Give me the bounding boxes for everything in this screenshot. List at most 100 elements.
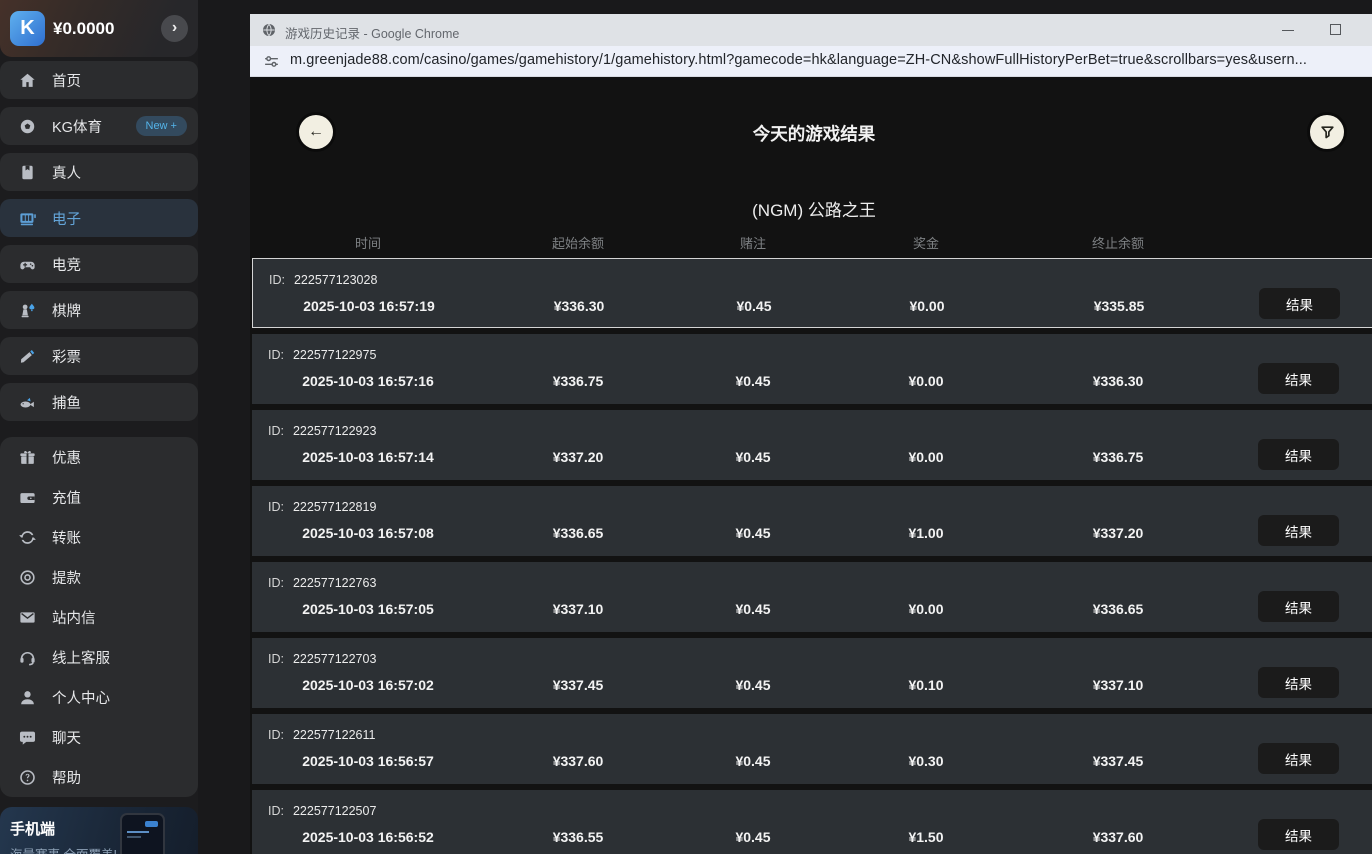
cell-prize: ¥0.00	[908, 449, 944, 465]
table-row: ID: 222577122923 2025-10-03 16:57:14 ¥337…	[252, 410, 1372, 480]
game-history-page: ← 今天的游戏结果 (NGM) 公路之王 时间 起始余额 赌注 奖金 终止余额 …	[250, 77, 1372, 854]
site-settings-icon[interactable]	[263, 53, 280, 70]
cell-time: 2025-10-03 16:57:19	[303, 298, 435, 314]
row-id-label: ID:	[268, 728, 284, 742]
sidebar-item-fishing[interactable]: 捕鱼	[0, 383, 198, 421]
sidebar-item-deposit[interactable]: 充值	[0, 477, 198, 517]
cell-time: 2025-10-03 16:57:16	[302, 373, 434, 389]
cell-end-balance: ¥337.10	[1092, 677, 1144, 693]
sidebar-item-label: 站内信	[52, 610, 96, 627]
sidebar-item-chat[interactable]: 聊天	[0, 717, 198, 757]
cell-time: 2025-10-03 16:57:02	[302, 677, 434, 693]
cell-time: 2025-10-03 16:57:14	[302, 449, 434, 465]
table-row: ID: 222577122819 2025-10-03 16:57:08 ¥336…	[252, 486, 1372, 556]
mobile-app-promo-card[interactable]: 手机端 海量赛事 全面覆盖!	[0, 807, 198, 854]
headset-icon	[17, 647, 38, 668]
sidebar-item-label: KG体育	[52, 119, 102, 136]
column-header-start-balance: 起始余额	[551, 236, 604, 251]
row-id-value: 222577122923	[292, 424, 377, 438]
result-button[interactable]: 结果	[1259, 288, 1340, 319]
sidebar-item-label: 转账	[52, 530, 81, 547]
gamepad-icon	[17, 254, 38, 275]
sidebar-item-live-casino[interactable]: 真人	[0, 153, 198, 191]
cell-prize: ¥0.30	[908, 753, 944, 769]
home-icon	[17, 70, 38, 91]
cell-start-balance: ¥337.10	[552, 601, 604, 617]
sidebar-item-transfer[interactable]: 转账	[0, 517, 198, 557]
row-id-value: 222577122763	[292, 576, 377, 590]
sidebar-item-slots[interactable]: 电子	[0, 199, 198, 237]
sidebar-item-esports[interactable]: 电竞	[0, 245, 198, 283]
chevron-right-icon[interactable]: ›	[161, 15, 188, 42]
result-button[interactable]: 结果	[1258, 743, 1339, 774]
sidebar-item-poker[interactable]: 棋牌	[0, 291, 198, 329]
cell-bet: ¥0.45	[735, 373, 771, 389]
chess-spade-icon	[17, 300, 38, 321]
cell-prize: ¥0.00	[908, 373, 944, 389]
maximize-button[interactable]	[1330, 24, 1341, 35]
cell-bet: ¥0.45	[735, 753, 771, 769]
wallet-icon	[17, 487, 38, 508]
sidebar-item-messages[interactable]: 站内信	[0, 597, 198, 637]
row-id-label: ID:	[268, 424, 284, 438]
cell-time: 2025-10-03 16:57:08	[302, 525, 434, 541]
sidebar-item-withdraw[interactable]: 提款	[0, 557, 198, 597]
row-id-label: ID:	[268, 652, 284, 666]
sidebar-item-promotions[interactable]: 优惠	[0, 437, 198, 477]
result-button[interactable]: 结果	[1258, 439, 1339, 470]
cell-end-balance: ¥337.45	[1092, 753, 1144, 769]
cell-bet: ¥0.45	[735, 449, 771, 465]
table-row: ID: 222577122611 2025-10-03 16:56:57 ¥337…	[252, 714, 1372, 784]
column-header-end-balance: 终止余额	[1091, 236, 1144, 251]
cell-time: 2025-10-03 16:56:57	[302, 753, 434, 769]
lottery-ticket-icon	[17, 346, 38, 367]
sidebar-item-support[interactable]: 线上客服	[0, 637, 198, 677]
row-id-label: ID:	[268, 348, 284, 362]
mail-icon	[17, 607, 38, 628]
table-row: ID: 222577123028 2025-10-03 16:57:19 ¥336…	[252, 258, 1372, 328]
sidebar-item-lottery[interactable]: 彩票	[0, 337, 198, 375]
cell-bet: ¥0.45	[735, 601, 771, 617]
cell-start-balance: ¥337.45	[552, 677, 604, 693]
brand-logo[interactable]: K	[10, 11, 45, 46]
sidebar-item-label: 电子	[52, 211, 81, 228]
sidebar-item-profile[interactable]: 个人中心	[0, 677, 198, 717]
new-badge: New +	[135, 116, 187, 136]
minimize-button[interactable]	[1282, 30, 1294, 31]
sidebar-item-label: 真人	[52, 165, 81, 182]
gift-icon	[17, 447, 38, 468]
sidebar-item-home[interactable]: 首页	[0, 61, 198, 99]
row-id-value: 222577123028	[293, 273, 378, 287]
cell-prize: ¥0.00	[909, 298, 945, 314]
cell-bet: ¥0.45	[735, 677, 771, 693]
column-header-time: 时间	[354, 236, 381, 251]
cell-prize: ¥0.10	[908, 677, 944, 693]
result-button[interactable]: 结果	[1258, 819, 1339, 850]
result-button[interactable]: 结果	[1258, 667, 1339, 698]
cell-prize: ¥1.00	[908, 525, 944, 541]
live-casino-icon	[17, 162, 38, 183]
soccer-icon	[17, 116, 38, 137]
cell-time: 2025-10-03 16:57:05	[302, 601, 434, 617]
result-button[interactable]: 结果	[1258, 363, 1339, 394]
row-id: ID: 222577122507	[268, 804, 376, 818]
sidebar-item-label: 彩票	[52, 349, 81, 366]
sidebar-item-help[interactable]: 帮助	[0, 757, 198, 797]
sidebar-item-label: 个人中心	[52, 690, 110, 707]
result-button[interactable]: 结果	[1258, 591, 1339, 622]
address-bar: m.greenjade88.com/casino/games/gamehisto…	[250, 46, 1372, 77]
slot-machine-icon	[17, 208, 38, 229]
window-titlebar: 游戏历史记录 - Google Chrome	[250, 14, 1372, 46]
cell-start-balance: ¥336.65	[552, 525, 604, 541]
sidebar-item-kg-sports[interactable]: KG体育 New +	[0, 107, 198, 145]
cell-start-balance: ¥337.20	[552, 449, 604, 465]
cell-end-balance: ¥335.85	[1093, 298, 1145, 314]
table-row: ID: 222577122975 2025-10-03 16:57:16 ¥336…	[252, 334, 1372, 404]
url-text[interactable]: m.greenjade88.com/casino/games/gamehisto…	[290, 52, 1307, 68]
page-title: 今天的游戏结果	[752, 124, 876, 144]
sidebar-item-label: 线上客服	[52, 650, 110, 667]
filter-button[interactable]	[1310, 115, 1344, 149]
row-id: ID: 222577122763	[268, 576, 376, 590]
result-button[interactable]: 结果	[1258, 515, 1339, 546]
row-id: ID: 222577122703	[268, 652, 376, 666]
